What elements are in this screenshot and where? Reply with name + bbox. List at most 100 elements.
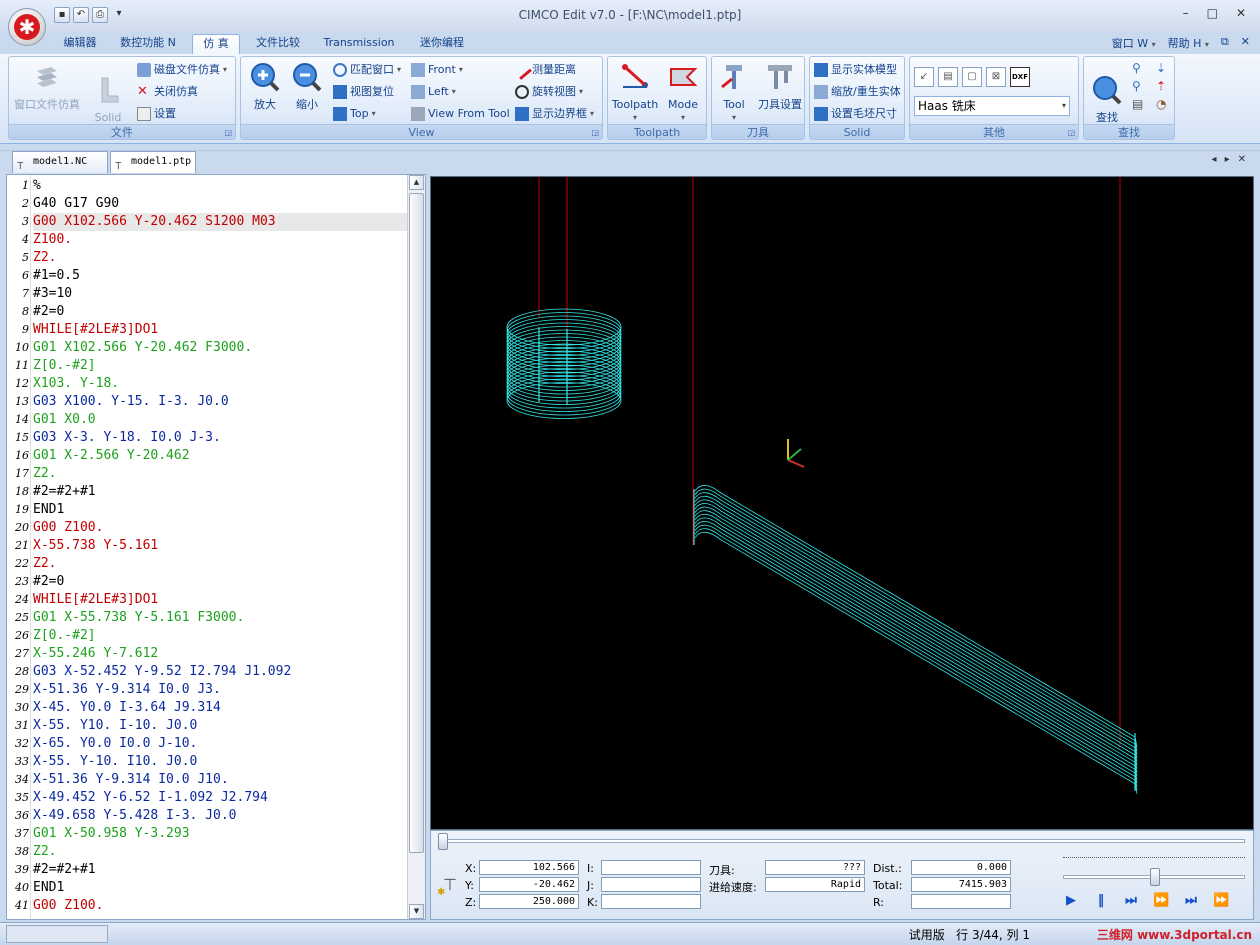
- code-line[interactable]: #2=0: [33, 303, 409, 321]
- scroll-thumb[interactable]: [409, 193, 424, 853]
- sort-up-icon[interactable]: ⇡: [1156, 79, 1176, 93]
- tab-scroll-left-icon[interactable]: ◂: [1212, 154, 1217, 165]
- code-line[interactable]: X-45. Y0.0 I-3.64 J9.314: [33, 699, 409, 717]
- code-line[interactable]: G01 X0.0: [33, 411, 409, 429]
- progress-slider-knob[interactable]: [438, 833, 448, 850]
- code-line[interactable]: X-55.738 Y-5.161: [33, 537, 409, 555]
- code-line[interactable]: END1: [33, 501, 409, 519]
- pause-icon[interactable]: ‖: [1093, 893, 1109, 909]
- code-line[interactable]: END1: [33, 879, 409, 897]
- close-sim-button[interactable]: ✕ 关闭仿真: [137, 83, 198, 101]
- code-line[interactable]: G01 X-55.738 Y-5.161 F3000.: [33, 609, 409, 627]
- help-menu[interactable]: 帮助 H ▾: [1168, 35, 1209, 51]
- doc-close-icon[interactable]: ✕: [1241, 35, 1250, 51]
- left-view-button[interactable]: Left ▾: [411, 83, 456, 101]
- code-line[interactable]: #2=#2+#1: [33, 483, 409, 501]
- toolpath-button[interactable]: Toolpath ▾: [610, 61, 660, 124]
- code-line[interactable]: Z2.: [33, 555, 409, 573]
- play-icon[interactable]: ▶: [1063, 893, 1079, 909]
- document-icon[interactable]: ▤: [1132, 97, 1152, 111]
- tab-nc-functions[interactable]: 数控功能 N: [114, 34, 182, 54]
- disk-sim-button[interactable]: 磁盘文件仿真 ▾: [137, 61, 227, 79]
- tool-setup-button[interactable]: 刀具设置: [756, 61, 804, 111]
- scroll-down-icon[interactable]: ▼: [409, 904, 424, 919]
- code-line[interactable]: X-51.36 Y-9.314 I0.0 J10.: [33, 771, 409, 789]
- rotate-view-button[interactable]: 旋转视图 ▾: [515, 83, 583, 101]
- tab-mini-programming[interactable]: 迷你编程: [410, 34, 474, 54]
- code-line[interactable]: X-55. Y10. I-10. J0.0: [33, 717, 409, 735]
- stock-size-button[interactable]: 设置毛坯尺寸: [814, 105, 897, 123]
- settings-button[interactable]: 设置: [137, 105, 176, 123]
- sort-down-icon[interactable]: ⇣: [1156, 61, 1176, 75]
- tool-button[interactable]: Tool ▾: [714, 61, 754, 124]
- group-view-launcher-icon[interactable]: ◲: [591, 128, 599, 137]
- front-view-button[interactable]: Front ▾: [411, 61, 463, 79]
- zoom-out-button[interactable]: 缩小: [289, 61, 325, 111]
- scroll-up-icon[interactable]: ▲: [409, 175, 424, 190]
- zoom-regen-button[interactable]: 缩放/重生实体: [814, 83, 901, 101]
- code-line[interactable]: Z2.: [33, 465, 409, 483]
- group-other-launcher-icon[interactable]: ◲: [1067, 128, 1075, 137]
- mode-button[interactable]: Mode ▾: [660, 61, 706, 124]
- tab-close-icon[interactable]: ✕: [1238, 154, 1246, 165]
- step-icon[interactable]: ⏭: [1123, 893, 1139, 909]
- window-sim-button[interactable]: 窗口文件仿真: [13, 61, 81, 111]
- maximize-icon[interactable]: □: [1207, 6, 1218, 20]
- group-file-launcher-icon[interactable]: ◲: [224, 128, 232, 137]
- code-line[interactable]: X-49.658 Y-5.428 I-3. J0.0: [33, 807, 409, 825]
- code-line[interactable]: G00 Z100.: [33, 897, 409, 915]
- compass-icon[interactable]: ◔: [1156, 97, 1176, 111]
- window-icon[interactable]: ▢: [962, 67, 982, 87]
- dxf-icon[interactable]: DXF: [1010, 67, 1030, 87]
- code-line[interactable]: Z2.: [33, 249, 409, 267]
- window-menu[interactable]: 窗口 W ▾: [1112, 35, 1156, 51]
- code-line[interactable]: G01 X102.566 Y-20.462 F3000.: [33, 339, 409, 357]
- code-line[interactable]: G01 X-2.566 Y-20.462: [33, 447, 409, 465]
- code-line[interactable]: #3=10: [33, 285, 409, 303]
- find-next-icon[interactable]: ⚲: [1132, 79, 1152, 93]
- show-bbox-button[interactable]: 显示边界框 ▾: [515, 105, 594, 123]
- code-line[interactable]: G40 G17 G90: [33, 195, 409, 213]
- speed-slider-knob[interactable]: [1150, 868, 1160, 886]
- top-view-button[interactable]: Top ▾: [333, 105, 376, 123]
- code-line[interactable]: X103. Y-18.: [33, 375, 409, 393]
- axis-icon[interactable]: ↙: [914, 67, 934, 87]
- code-line[interactable]: G03 X100. Y-15. I-3. J0.0: [33, 393, 409, 411]
- tab-simulation[interactable]: 仿 真: [192, 34, 240, 54]
- code-line[interactable]: X-55. Y-10. I10. J0.0: [33, 753, 409, 771]
- speed-slider[interactable]: [1063, 868, 1245, 886]
- code-line[interactable]: X-51.36 Y-9.314 I0.0 J3.: [33, 681, 409, 699]
- code-line[interactable]: Z2.: [33, 843, 409, 861]
- code-line[interactable]: Z[0.-#2]: [33, 627, 409, 645]
- tab-editor[interactable]: 编辑器: [52, 34, 108, 54]
- code-line[interactable]: %: [33, 177, 409, 195]
- code-line[interactable]: X-55.246 Y-7.612: [33, 645, 409, 663]
- code-line[interactable]: Z[0.-#2]: [33, 357, 409, 375]
- minimize-icon[interactable]: –: [1183, 6, 1189, 20]
- progress-slider[interactable]: [438, 833, 1245, 850]
- code-line[interactable]: #2=0: [33, 573, 409, 591]
- code-line[interactable]: G00 X102.566 Y-20.462 S1200 M03: [33, 213, 409, 231]
- tab-transmission[interactable]: Transmission: [318, 34, 400, 54]
- machine-select[interactable]: Haas 铣床 ▾: [914, 96, 1070, 116]
- code-line[interactable]: #1=0.5: [33, 267, 409, 285]
- toolpath-canvas[interactable]: [431, 177, 1253, 829]
- view-from-tool-button[interactable]: View From Tool: [411, 105, 510, 123]
- zoom-in-button[interactable]: 放大: [247, 61, 283, 111]
- code-line[interactable]: X-65. Y0.0 I0.0 J-10.: [33, 735, 409, 753]
- step-z-icon[interactable]: ⏭: [1183, 893, 1199, 909]
- code-line[interactable]: G03 X-52.452 Y-9.52 I2.794 J1.092: [33, 663, 409, 681]
- code-line[interactable]: Z100.: [33, 231, 409, 249]
- doc-tab-nc[interactable]: ⊤ model1.NC: [12, 151, 108, 173]
- tab-file-compare[interactable]: 文件比较: [248, 34, 308, 54]
- reset-view-button[interactable]: 视图复位: [333, 83, 394, 101]
- tab-scroll-right-icon[interactable]: ▸: [1225, 154, 1230, 165]
- find-prev-icon[interactable]: ⚲: [1132, 61, 1152, 75]
- code-line[interactable]: #2=#2+#1: [33, 861, 409, 879]
- code-editor[interactable]: 1 2 3 4 5 6 7 8 9 10 11 12 13 14 15 16 17 18 19 20 21 22 23 24 2…: [6, 174, 426, 920]
- application-button[interactable]: ✱: [8, 8, 46, 46]
- code-line[interactable]: G01 X-50.958 Y-3.293: [33, 825, 409, 843]
- code-line[interactable]: WHILE[#2LE#3]DO1: [33, 321, 409, 339]
- vertical-scrollbar[interactable]: ▲ ▼: [407, 175, 425, 919]
- step-tool-icon[interactable]: ⏩: [1213, 893, 1229, 909]
